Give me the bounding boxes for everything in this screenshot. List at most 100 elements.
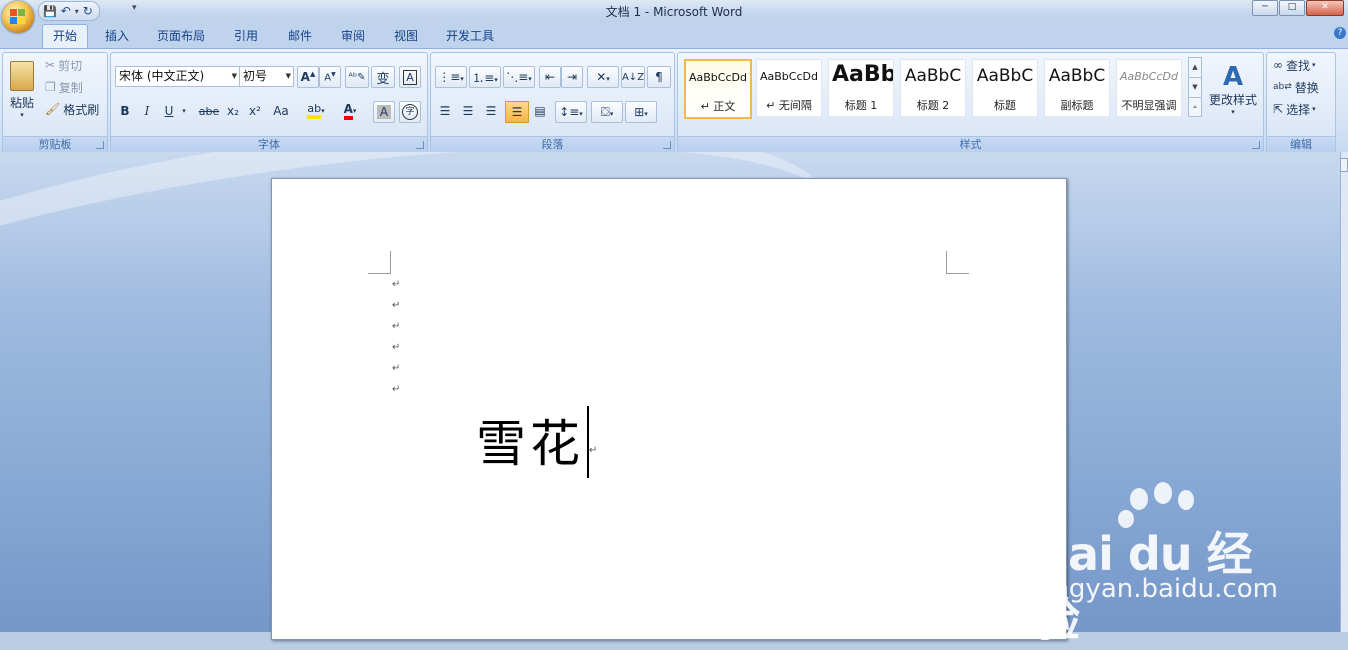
tab-mailings[interactable]: 邮件	[284, 26, 316, 46]
align-center-button[interactable]: ☰	[458, 101, 478, 121]
dialog-launcher-icon[interactable]	[663, 141, 671, 149]
chinese-layout-button[interactable]: ✕▾	[587, 66, 619, 88]
office-button[interactable]	[2, 1, 34, 33]
chevron-up-icon[interactable]: ▲	[1189, 58, 1201, 77]
character-shading-button[interactable]: A	[373, 101, 395, 123]
distributed-button[interactable]: ▤	[530, 101, 550, 121]
change-case-button[interactable]: Aa	[269, 101, 293, 121]
tab-home[interactable]: 开始	[42, 24, 89, 48]
line-spacing-button[interactable]: ↕≡▾	[555, 101, 587, 123]
close-button[interactable]: ✕	[1306, 0, 1344, 16]
font-size-combo[interactable]: 初号 ▼	[239, 66, 294, 87]
paragraph-mark: ↵	[392, 363, 401, 374]
document-page[interactable]: ↵ ↵ ↵ ↵ ↵ ↵ 雪花 ↵	[271, 178, 1067, 640]
align-right-button[interactable]: ☰	[481, 101, 501, 121]
multilevel-list-icon: ⋱≡▾	[506, 70, 532, 84]
multilevel-list-button[interactable]: ⋱≡▾	[503, 66, 535, 88]
tab-review[interactable]: 审阅	[337, 26, 369, 46]
document-text[interactable]: 雪花	[476, 404, 584, 476]
align-left-button[interactable]: ☰	[435, 101, 455, 121]
align-center-icon: ☰	[462, 104, 474, 118]
cut-button[interactable]: ✂ 剪切	[45, 56, 82, 74]
maximize-button[interactable]: □	[1279, 0, 1305, 16]
window-title: 文档 1 - Microsoft Word	[605, 5, 743, 19]
view-ruler-button[interactable]	[1340, 158, 1348, 172]
style-heading-2[interactable]: AaBbC 标题 2	[900, 59, 966, 117]
tab-page-layout[interactable]: 页面布局	[153, 26, 209, 46]
font-color-button[interactable]: A ▾	[335, 101, 365, 121]
paste-button[interactable]: 粘贴 ▾	[5, 55, 39, 125]
grow-font-button[interactable]: A▲	[297, 66, 319, 88]
line-spacing-icon: ↕≡▾	[559, 105, 583, 119]
minimize-button[interactable]: ─	[1252, 0, 1278, 16]
highlight-button[interactable]: ab ▾	[301, 101, 331, 121]
paragraph-mark: ↵	[392, 300, 401, 311]
style-normal[interactable]: AaBbCcDd ↵ 正文	[684, 59, 752, 119]
style-title[interactable]: AaBbC 标题	[972, 59, 1038, 117]
italic-button[interactable]: I	[137, 101, 157, 121]
copy-button[interactable]: ❐ 复制	[45, 78, 83, 96]
dialog-launcher-icon[interactable]	[416, 141, 424, 149]
font-name-combo[interactable]: 宋体 (中文正文) ▼	[115, 66, 240, 87]
clear-formatting-button[interactable]: ᴬᵇ✎	[345, 66, 369, 88]
tab-view[interactable]: 视图	[390, 26, 422, 46]
text-cursor	[587, 406, 589, 478]
font-group: 宋体 (中文正文) ▼ 初号 ▼ A▲ A▼ ᴬᵇ✎ 变 A B I U ▾ abe…	[110, 52, 428, 153]
crop-mark-top-right	[946, 251, 969, 274]
show-marks-button[interactable]: ¶	[647, 66, 671, 88]
help-icon[interactable]: ?	[1334, 27, 1346, 39]
underline-button[interactable]: U	[159, 101, 179, 121]
numbering-button[interactable]: ⒈≡▾	[469, 66, 501, 88]
crop-mark-top-left	[368, 251, 391, 274]
change-styles-icon: A	[1222, 61, 1244, 92]
style-no-spacing[interactable]: AaBbCcDd ↵ 无间隔	[756, 59, 822, 117]
decrease-indent-button[interactable]: ⇤	[539, 66, 561, 88]
phonetic-guide-button[interactable]: 变	[371, 66, 395, 88]
title-bar: 💾 ↶ ▾ ↻ ▾ 文档 1 - Microsoft Word ─ □ ✕	[0, 0, 1348, 22]
strikethrough-button[interactable]: abe	[197, 101, 221, 121]
paragraph-mark: ↵	[392, 279, 401, 290]
increase-indent-button[interactable]: ⇥	[561, 66, 583, 88]
select-button[interactable]: ⇱ 选择 ▾	[1273, 100, 1316, 118]
style-subtle-emphasis[interactable]: AaBbCcDd 不明显强调	[1116, 59, 1182, 117]
style-heading-1[interactable]: AaBb 标题 1	[828, 59, 894, 117]
group-label-editing: 编辑	[1267, 136, 1335, 152]
sort-button[interactable]: A↓Z	[621, 66, 645, 88]
replace-button[interactable]: ab⇄ 替换	[1273, 78, 1319, 96]
superscript-button[interactable]: x²	[245, 101, 265, 121]
paste-dropdown-icon: ▾	[20, 111, 24, 119]
paragraph-mark: ↵	[392, 342, 401, 353]
shading-button[interactable]: ⛋▾	[591, 101, 623, 123]
borders-icon: ⊞▾	[634, 105, 648, 119]
style-subtitle[interactable]: AaBbC 副标题	[1044, 59, 1110, 117]
phonetic-guide-icon: 变	[376, 71, 390, 87]
gallery-more-icon[interactable]: ⩡	[1189, 97, 1201, 116]
enclose-characters-button[interactable]: 字	[399, 101, 421, 123]
find-button[interactable]: ∞ 查找 ▾	[1273, 56, 1316, 74]
enclose-characters-icon: 字	[402, 104, 418, 120]
character-shading-icon: A	[376, 105, 392, 119]
shrink-font-button[interactable]: A▼	[319, 66, 341, 88]
tab-developer[interactable]: 开发工具	[442, 26, 498, 46]
chevron-down-icon[interactable]: ▼	[1189, 77, 1201, 97]
subscript-button[interactable]: x₂	[223, 101, 243, 121]
window-controls: ─ □ ✕	[1252, 0, 1344, 16]
styles-gallery-scroll[interactable]: ▲ ▼ ⩡	[1188, 57, 1202, 117]
vertical-scrollbar[interactable]	[1340, 152, 1348, 632]
format-painter-button[interactable]: 🖌 格式刷	[45, 100, 99, 118]
paragraph-mark: ↵	[589, 445, 598, 456]
bold-button[interactable]: B	[115, 101, 135, 121]
borders-button[interactable]: ⊞▾	[625, 101, 657, 123]
change-styles-button[interactable]: A 更改样式 ▾	[1206, 57, 1260, 121]
tab-insert[interactable]: 插入	[101, 26, 133, 46]
dialog-launcher-icon[interactable]	[1252, 141, 1260, 149]
underline-dropdown-icon[interactable]: ▾	[179, 101, 189, 121]
justify-button[interactable]: ☰	[505, 101, 529, 123]
character-border-button[interactable]: A	[399, 66, 421, 88]
tab-references[interactable]: 引用	[230, 26, 262, 46]
bullets-button[interactable]: ⋮≡▾	[435, 66, 467, 88]
paragraph-group: ⋮≡▾ ⒈≡▾ ⋱≡▾ ⇤ ⇥ ✕▾ A↓Z ¶ ☰ ☰ ☰ ☰ ▤ ↕≡▾ ⛋…	[430, 52, 675, 153]
highlighter-icon: ab	[307, 103, 322, 119]
ribbon-tabs: 开始 插入 页面布局 引用 邮件 审阅 视图 开发工具	[0, 22, 1348, 48]
dialog-launcher-icon[interactable]	[96, 141, 104, 149]
